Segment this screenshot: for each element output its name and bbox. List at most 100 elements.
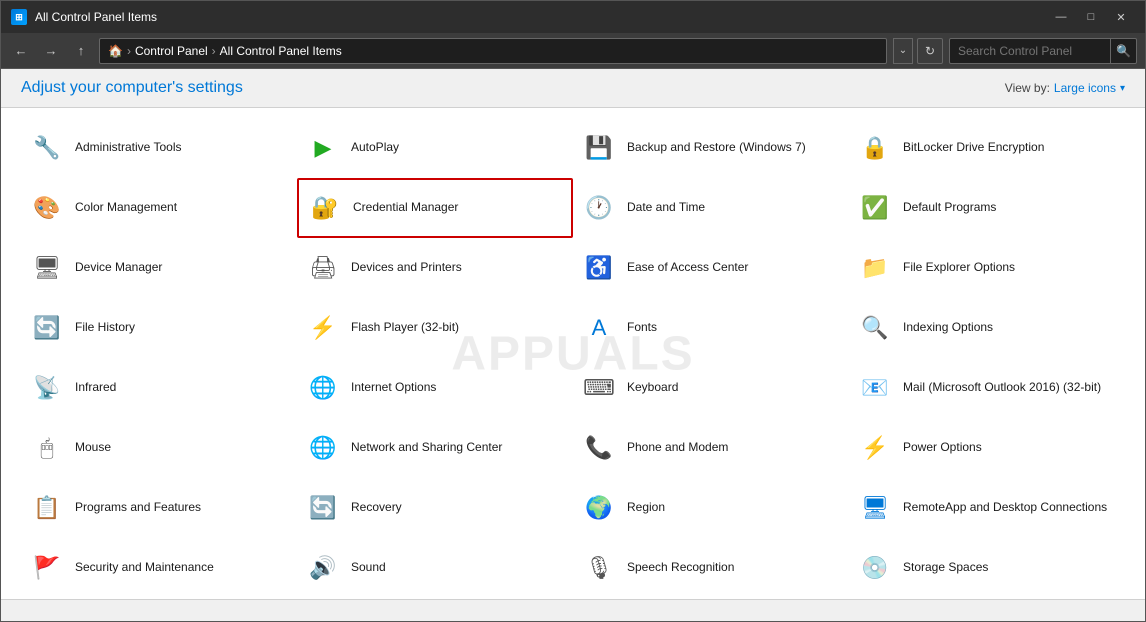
view-dropdown-arrow[interactable]: ▾: [1120, 83, 1125, 94]
panel-item-ease-of-access[interactable]: ♿Ease of Access Center: [573, 238, 849, 298]
panel-item-keyboard[interactable]: ⌨Keyboard: [573, 358, 849, 418]
panel-item-autoplay[interactable]: ▶ AutoPlay: [297, 118, 573, 178]
panel-item-devices-printers[interactable]: 🖨Devices and Printers: [297, 238, 573, 298]
panel-item-remoteapp[interactable]: 🖥 RemoteApp and Desktop Connections: [849, 478, 1125, 538]
network-sharing-label: Network and Sharing Center: [351, 440, 502, 456]
sound-label: Sound: [351, 560, 386, 576]
default-programs-label: Default Programs: [903, 200, 996, 216]
date-time-icon: 🕐: [581, 190, 617, 226]
view-options: View by: Large icons ▾: [1005, 81, 1125, 95]
view-value[interactable]: Large icons: [1054, 81, 1116, 95]
flash-player-icon: ⚡: [305, 310, 341, 346]
title-bar: ⊞ All Control Panel Items — □ ✕: [1, 1, 1145, 33]
minimize-button[interactable]: —: [1047, 7, 1075, 27]
panel-item-file-explorer-options[interactable]: 📁 File Explorer Options: [849, 238, 1125, 298]
panel-item-speech-recognition[interactable]: 🎙Speech Recognition: [573, 538, 849, 598]
autoplay-icon: ▶: [305, 130, 341, 166]
panel-item-administrative-tools[interactable]: 🔧Administrative Tools: [21, 118, 297, 178]
panel-item-phone-modem[interactable]: 📞Phone and Modem: [573, 418, 849, 478]
page-title: Adjust your computer's settings: [21, 79, 243, 97]
security-maintenance-icon: 🚩: [29, 550, 65, 586]
window-icon: ⊞: [11, 9, 27, 25]
panel-item-file-history[interactable]: 🔄 File History: [21, 298, 297, 358]
panel-item-troubleshooting[interactable]: 🔧Troubleshooting: [849, 598, 1125, 599]
panel-item-network-sharing[interactable]: 🌐 Network and Sharing Center: [297, 418, 573, 478]
region-icon: 🌍: [581, 490, 617, 526]
fonts-icon: A: [581, 310, 617, 346]
title-bar-left: ⊞ All Control Panel Items: [11, 9, 157, 25]
internet-options-label: Internet Options: [351, 380, 436, 396]
back-button[interactable]: ←: [9, 39, 33, 63]
file-history-label: File History: [75, 320, 135, 336]
panel-item-system[interactable]: 💻System: [297, 598, 573, 599]
infrared-label: Infrared: [75, 380, 116, 396]
panel-item-region[interactable]: 🌍Region: [573, 478, 849, 538]
panel-item-backup-restore[interactable]: 💾Backup and Restore (Windows 7): [573, 118, 849, 178]
address-path[interactable]: 🏠 › Control Panel › All Control Panel It…: [99, 38, 887, 64]
mail-label: Mail (Microsoft Outlook 2016) (32-bit): [903, 380, 1101, 396]
file-explorer-options-icon: 📁: [857, 250, 893, 286]
search-box[interactable]: 🔍: [949, 38, 1137, 64]
panel-item-infrared[interactable]: 📡 Infrared: [21, 358, 297, 418]
panel-item-mail[interactable]: 📧 Mail (Microsoft Outlook 2016) (32-bit): [849, 358, 1125, 418]
bitlocker-label: BitLocker Drive Encryption: [903, 140, 1044, 156]
panel-item-sound[interactable]: 🔊 Sound: [297, 538, 573, 598]
panel-item-device-manager[interactable]: 🖥 Device Manager: [21, 238, 297, 298]
flash-player-label: Flash Player (32-bit): [351, 320, 459, 336]
device-manager-label: Device Manager: [75, 260, 162, 276]
address-dropdown[interactable]: ⌄: [893, 38, 913, 64]
programs-features-label: Programs and Features: [75, 500, 201, 516]
sound-icon: 🔊: [305, 550, 341, 586]
search-button[interactable]: 🔍: [1110, 38, 1136, 64]
panel-item-indexing-options[interactable]: 🔍Indexing Options: [849, 298, 1125, 358]
panel-item-bitlocker[interactable]: 🔒 BitLocker Drive Encryption: [849, 118, 1125, 178]
window-title: All Control Panel Items: [35, 10, 157, 24]
panel-item-color-management[interactable]: 🎨Color Management: [21, 178, 297, 238]
address-right: ⌄ ↻: [893, 38, 943, 64]
content-area: Adjust your computer's settings View by:…: [1, 69, 1145, 599]
maximize-button[interactable]: □: [1077, 7, 1105, 27]
panel-item-fonts[interactable]: AFonts: [573, 298, 849, 358]
credential-manager-label: Credential Manager: [353, 200, 458, 216]
autoplay-label: AutoPlay: [351, 140, 399, 156]
mail-icon: 📧: [857, 370, 893, 406]
remoteapp-label: RemoteApp and Desktop Connections: [903, 500, 1107, 516]
close-button[interactable]: ✕: [1107, 7, 1135, 27]
forward-button[interactable]: →: [39, 39, 63, 63]
panel-item-default-programs[interactable]: ✅Default Programs: [849, 178, 1125, 238]
device-manager-icon: 🖥: [29, 250, 65, 286]
phone-modem-label: Phone and Modem: [627, 440, 728, 456]
panel-item-internet-options[interactable]: 🌐Internet Options: [297, 358, 573, 418]
path-control-panel[interactable]: Control Panel: [135, 44, 208, 58]
panel-item-security-maintenance[interactable]: 🚩Security and Maintenance: [21, 538, 297, 598]
panel-item-programs-features[interactable]: 📋Programs and Features: [21, 478, 297, 538]
network-sharing-icon: 🌐: [305, 430, 341, 466]
panel-item-flash-player[interactable]: ⚡ Flash Player (32-bit): [297, 298, 573, 358]
window: ⊞ All Control Panel Items — □ ✕ ← → ↑ 🏠 …: [0, 0, 1146, 622]
header-bar: Adjust your computer's settings View by:…: [1, 69, 1145, 108]
speech-recognition-icon: 🎙: [581, 550, 617, 586]
panel-item-taskbar-navigation[interactable]: 📌Taskbar and Navigation: [573, 598, 849, 599]
file-explorer-options-label: File Explorer Options: [903, 260, 1015, 276]
panel-item-sync-center[interactable]: 🔄Sync Center: [21, 598, 297, 599]
bitlocker-icon: 🔒: [857, 130, 893, 166]
path-all-items[interactable]: All Control Panel Items: [220, 44, 342, 58]
panel-item-mouse[interactable]: 🖱Mouse: [21, 418, 297, 478]
infrared-icon: 📡: [29, 370, 65, 406]
color-management-icon: 🎨: [29, 190, 65, 226]
panel-item-credential-manager[interactable]: 🔐Credential Manager: [297, 178, 573, 238]
up-button[interactable]: ↑: [69, 39, 93, 63]
title-controls: — □ ✕: [1047, 7, 1135, 27]
devices-printers-icon: 🖨: [305, 250, 341, 286]
refresh-button[interactable]: ↻: [917, 38, 943, 64]
remoteapp-icon: 🖥: [857, 490, 893, 526]
storage-spaces-icon: 💿: [857, 550, 893, 586]
panel-item-storage-spaces[interactable]: 💿Storage Spaces: [849, 538, 1125, 598]
panel-item-power-options[interactable]: ⚡Power Options: [849, 418, 1125, 478]
indexing-options-icon: 🔍: [857, 310, 893, 346]
items-container: APPUALS 🔧Administrative Tools▶AutoPlay💾B…: [1, 108, 1145, 599]
panel-item-recovery[interactable]: 🔄Recovery: [297, 478, 573, 538]
panel-item-date-time[interactable]: 🕐Date and Time: [573, 178, 849, 238]
search-input[interactable]: [950, 44, 1110, 58]
file-history-icon: 🔄: [29, 310, 65, 346]
